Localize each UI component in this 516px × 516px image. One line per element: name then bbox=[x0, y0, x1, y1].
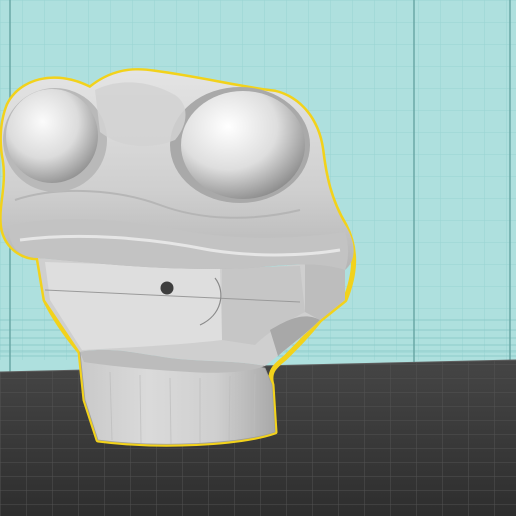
3d-viewport[interactable] bbox=[0, 0, 516, 516]
model-left-eye bbox=[6, 89, 98, 183]
model-right-eye bbox=[181, 91, 305, 199]
model-jaw-hole bbox=[160, 281, 174, 295]
viewport-canvas[interactable] bbox=[0, 0, 516, 516]
